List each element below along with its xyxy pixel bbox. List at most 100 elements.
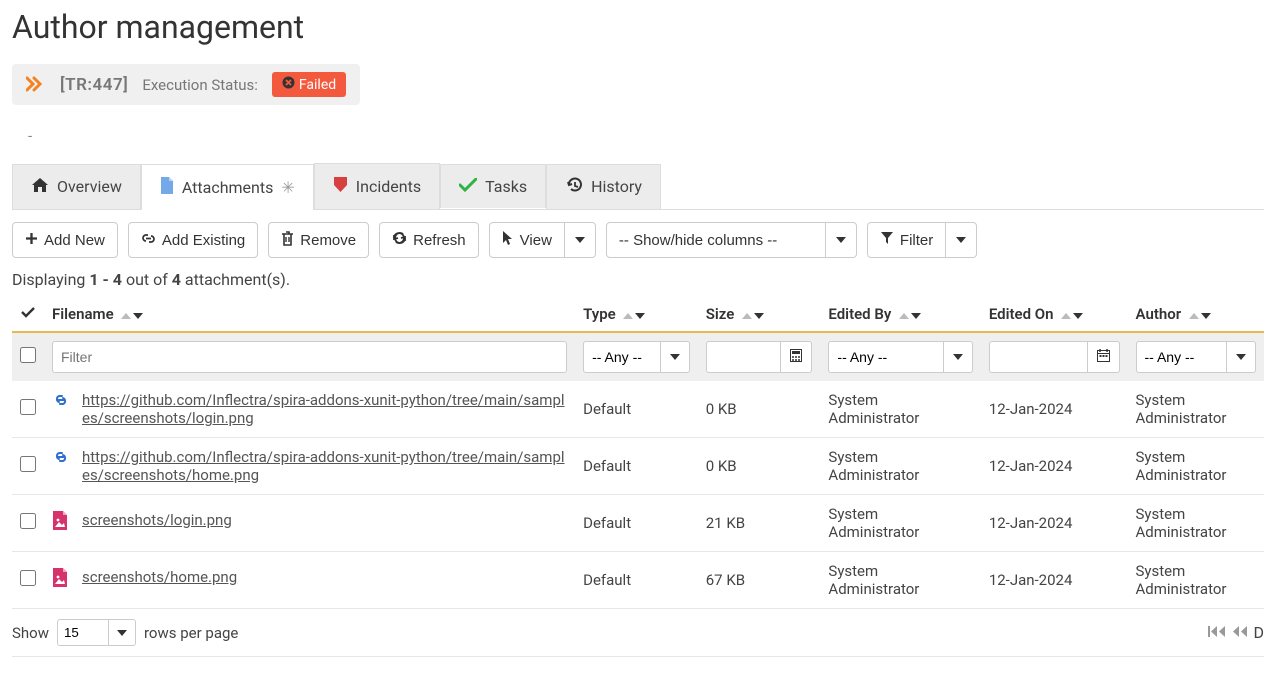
link-icon [52, 391, 72, 414]
attachments-table: Filename Type Size Edited By Edited On A… [12, 299, 1264, 609]
pager-prev[interactable] [1232, 623, 1248, 642]
header-filename-label: Filename [52, 305, 114, 323]
tab-overview-label: Overview [57, 177, 122, 196]
sort-desc-icon [1201, 313, 1211, 319]
sort-asc-icon [899, 313, 909, 319]
view-label: View [520, 232, 552, 249]
chevron-down-icon [956, 237, 966, 243]
view-button[interactable]: View [489, 222, 565, 258]
row-checkbox[interactable] [20, 456, 36, 472]
cell-size: 67 KB [698, 552, 821, 609]
cell-type: Default [575, 438, 698, 495]
filter-editedon-calendar[interactable] [1088, 341, 1120, 373]
col-size[interactable]: Size [698, 299, 821, 332]
col-type[interactable]: Type [575, 299, 698, 332]
row-checkbox[interactable] [20, 399, 36, 415]
filename-link[interactable]: https://github.com/Inflectra/spira-addon… [82, 448, 567, 484]
plus-icon [25, 232, 38, 249]
cell-edited-on: 12-Jan-2024 [981, 552, 1128, 609]
show-hide-dropdown[interactable] [826, 222, 857, 258]
tab-attachments-label: Attachments [182, 178, 274, 197]
tab-attachments[interactable]: Attachments ✳ [141, 164, 314, 210]
cell-edited-by: System Administrator [820, 438, 980, 495]
row-checkbox[interactable] [20, 513, 36, 529]
table-row: screenshots/home.png Default 67 KB Syste… [12, 552, 1264, 609]
count-text: Displaying 1 - 4 out of 4 attachment(s). [12, 270, 1264, 289]
sort-desc-icon [1073, 313, 1083, 319]
tab-history-label: History [591, 177, 642, 196]
filter-button[interactable]: Filter [867, 222, 946, 258]
tab-incidents[interactable]: Incidents [314, 163, 440, 209]
chevron-down-icon [953, 354, 963, 360]
filter-editedby-dropdown[interactable] [944, 341, 973, 373]
remove-button[interactable]: Remove [268, 222, 369, 258]
arrow-indicator-icon [26, 73, 46, 97]
refresh-button[interactable]: Refresh [379, 222, 479, 258]
count-prefix: Displaying [12, 270, 89, 289]
filter-size-input[interactable] [706, 341, 782, 373]
header-author-label: Author [1136, 305, 1182, 323]
row-checkbox[interactable] [20, 570, 36, 586]
add-existing-button[interactable]: Add Existing [128, 222, 258, 258]
cell-type: Default [575, 381, 698, 438]
cell-edited-by: System Administrator [820, 495, 980, 552]
show-hide-button[interactable]: -- Show/hide columns -- [606, 222, 826, 258]
view-combo: View [489, 222, 596, 258]
table-row: https://github.com/Inflectra/spira-addon… [12, 438, 1264, 495]
rows-per-page-label: rows per page [144, 624, 238, 642]
hyphen-placeholder: - [28, 127, 1264, 145]
sort-asc-icon [1061, 313, 1071, 319]
image-file-icon [52, 568, 72, 592]
filter-filename-input[interactable] [52, 341, 567, 373]
tab-history[interactable]: History [546, 164, 661, 209]
cell-size: 0 KB [698, 438, 821, 495]
col-edited-on[interactable]: Edited On [981, 299, 1128, 332]
filter-editedby-select[interactable] [828, 341, 943, 373]
table-row: screenshots/login.png Default 21 KB Syst… [12, 495, 1264, 552]
filename-link[interactable]: screenshots/login.png [82, 511, 232, 529]
failed-icon [282, 76, 295, 93]
count-mid: out of [122, 270, 172, 289]
filename-link[interactable]: https://github.com/Inflectra/spira-addon… [82, 391, 567, 427]
table-footer: Show rows per page D [12, 609, 1264, 657]
dirty-indicator-icon: ✳ [281, 178, 294, 197]
col-author[interactable]: Author [1128, 299, 1264, 332]
filter-editedon-input[interactable] [989, 341, 1088, 373]
add-new-button[interactable]: Add New [12, 222, 118, 258]
page-size-input[interactable] [57, 619, 109, 646]
view-dropdown[interactable] [565, 222, 596, 258]
filter-combo: Filter [867, 222, 977, 258]
execution-status-label: Execution Status: [142, 76, 258, 94]
cell-edited-on: 12-Jan-2024 [981, 438, 1128, 495]
filter-dropdown[interactable] [946, 222, 977, 258]
status-badge-label: Failed [299, 77, 336, 93]
filter-size-calc[interactable] [781, 341, 812, 373]
col-filename[interactable]: Filename [44, 299, 575, 332]
cell-edited-on: 12-Jan-2024 [981, 381, 1128, 438]
remove-label: Remove [300, 232, 356, 249]
page-size-dropdown[interactable] [109, 619, 136, 646]
filter-author-select[interactable] [1136, 341, 1227, 373]
select-all-checkbox[interactable] [20, 347, 36, 363]
filename-link[interactable]: screenshots/home.png [82, 568, 237, 586]
show-hide-label: -- Show/hide columns -- [619, 232, 777, 249]
filter-author-dropdown[interactable] [1227, 341, 1256, 373]
header-editedon-label: Edited On [989, 305, 1054, 323]
calendar-icon [1097, 349, 1110, 365]
filter-type-select[interactable] [583, 341, 661, 373]
home-icon [31, 177, 49, 197]
tab-overview[interactable]: Overview [12, 164, 141, 209]
trash-icon [281, 231, 294, 250]
filter-label: Filter [900, 232, 933, 249]
calculator-icon [790, 349, 802, 365]
filter-row [12, 332, 1264, 381]
pager-first[interactable] [1208, 623, 1226, 642]
col-edited-by[interactable]: Edited By [820, 299, 980, 332]
filter-type-dropdown[interactable] [661, 341, 690, 373]
header-size-label: Size [706, 305, 735, 323]
tab-tasks[interactable]: Tasks [440, 164, 546, 208]
chevron-down-icon [670, 354, 680, 360]
header-editedby-label: Edited By [828, 305, 891, 323]
table-row: https://github.com/Inflectra/spira-addon… [12, 381, 1264, 438]
expand-all-icon[interactable] [20, 305, 36, 323]
